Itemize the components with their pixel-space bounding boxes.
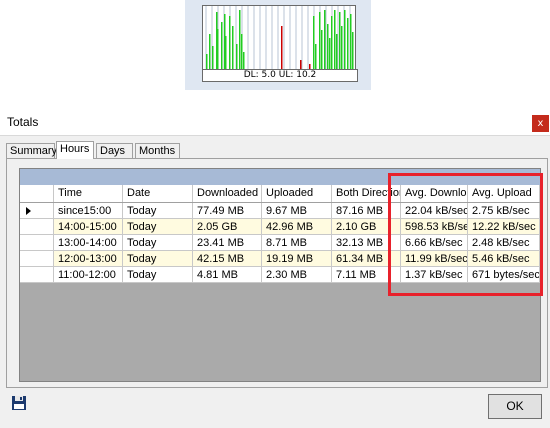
cell-uploaded: 9.67 MB — [262, 203, 332, 219]
column-header-time[interactable]: Time — [54, 185, 123, 202]
tab-summary[interactable]: Summary — [6, 143, 57, 158]
row-selector[interactable] — [20, 235, 54, 251]
close-button[interactable]: x — [532, 115, 549, 132]
download-spike — [350, 14, 352, 74]
tab-hours[interactable]: Hours — [56, 141, 94, 159]
tab-days[interactable]: Days — [96, 143, 133, 158]
download-spike — [319, 12, 321, 74]
column-header-date[interactable]: Date — [123, 185, 193, 202]
cell-downloaded: 23.41 MB — [193, 235, 262, 251]
download-spike — [347, 18, 349, 74]
cell-downloaded: 77.49 MB — [193, 203, 262, 219]
cell-downloaded: 42.15 MB — [193, 251, 262, 267]
traffic-graph-plot — [203, 6, 355, 74]
download-spike — [352, 32, 354, 74]
cell-uploaded: 19.19 MB — [262, 251, 332, 267]
download-spike — [331, 16, 333, 74]
cell-date: Today — [123, 203, 193, 219]
title-bar: Totals x — [0, 108, 550, 136]
download-spike — [239, 10, 241, 74]
row-selector[interactable] — [20, 251, 54, 267]
column-header-downloaded[interactable]: Downloaded — [193, 185, 262, 202]
cell-date: Today — [123, 251, 193, 267]
download-spike — [241, 34, 243, 74]
highlight-box — [388, 173, 543, 296]
row-selector-header — [20, 185, 54, 202]
download-spike — [344, 10, 346, 74]
current-row-arrow-icon — [26, 207, 31, 215]
download-spike — [334, 10, 336, 74]
download-spike — [217, 29, 219, 74]
cell-date: Today — [123, 267, 193, 283]
cell-time: since15:00 — [54, 203, 123, 219]
cell-time: 13:00-14:00 — [54, 235, 123, 251]
download-spike — [339, 12, 341, 74]
download-spike — [324, 10, 326, 74]
ok-button[interactable]: OK — [488, 394, 542, 419]
row-selector[interactable] — [20, 267, 54, 283]
dialog-title: Totals — [7, 115, 39, 129]
column-header-uploaded[interactable]: Uploaded — [262, 185, 332, 202]
download-spike — [336, 34, 338, 74]
download-spike — [327, 24, 329, 74]
cell-time: 12:00-13:00 — [54, 251, 123, 267]
cell-date: Today — [123, 219, 193, 235]
save-button[interactable] — [11, 395, 27, 411]
tab-months[interactable]: Months — [135, 143, 180, 158]
cell-time: 14:00-15:00 — [54, 219, 123, 235]
download-spike — [232, 26, 234, 74]
cell-uploaded: 2.30 MB — [262, 267, 332, 283]
download-spike — [209, 34, 211, 74]
row-selector[interactable] — [20, 219, 54, 235]
cell-uploaded: 8.71 MB — [262, 235, 332, 251]
traffic-graph — [202, 5, 356, 75]
cell-downloaded: 4.81 MB — [193, 267, 262, 283]
download-spike — [313, 16, 315, 74]
traffic-graph-widget: DL: 5.0 UL: 10.2 — [185, 0, 371, 90]
cell-uploaded: 42.96 MB — [262, 219, 332, 235]
download-spike — [341, 26, 343, 74]
download-spike — [321, 30, 323, 74]
close-icon: x — [537, 118, 544, 129]
download-spike — [229, 16, 231, 74]
upload-spike — [281, 26, 283, 74]
download-spike — [221, 22, 223, 74]
row-selector[interactable] — [20, 203, 54, 219]
cell-downloaded: 2.05 GB — [193, 219, 262, 235]
floppy-disk-icon — [12, 396, 26, 410]
cell-time: 11:00-12:00 — [54, 267, 123, 283]
traffic-graph-readout: DL: 5.0 UL: 10.2 — [202, 69, 358, 82]
cell-date: Today — [123, 235, 193, 251]
